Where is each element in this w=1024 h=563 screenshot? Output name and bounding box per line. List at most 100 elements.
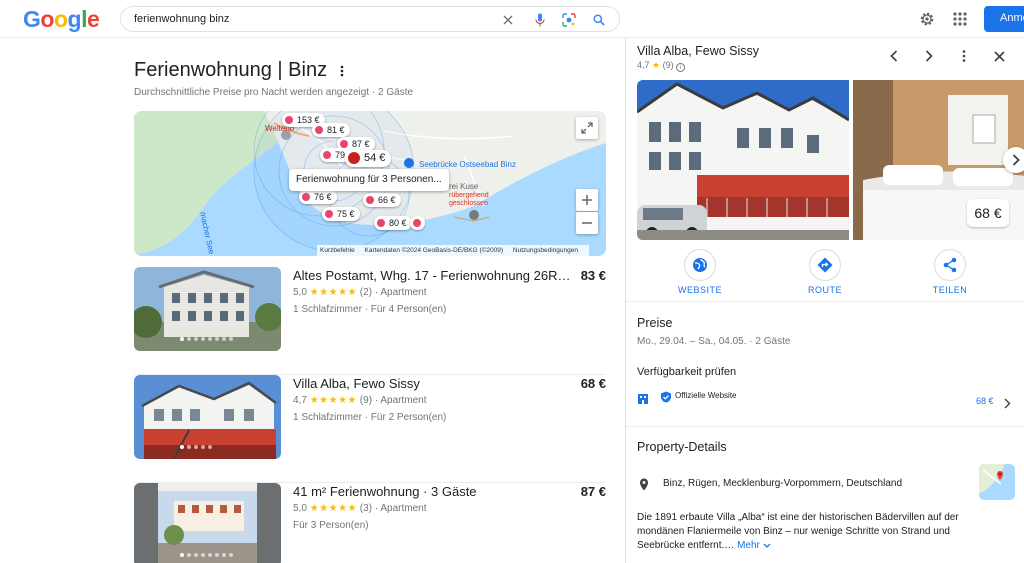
map-tooltip: Ferienwohnung für 3 Personen... (289, 169, 449, 191)
rating-value: 5,0 (293, 503, 307, 514)
clear-icon[interactable] (499, 11, 517, 29)
route-button[interactable]: ROUTE (785, 249, 865, 295)
google-logo[interactable]: Google (23, 6, 100, 33)
listing-price: 87 € (580, 484, 606, 499)
close-icon[interactable] (990, 47, 1008, 65)
review-count: (9) (359, 395, 373, 406)
stay-dates[interactable]: Mo., 29.04. – Sa., 04.05. · 2 Gäste (637, 336, 790, 347)
logo-letter: g (67, 6, 82, 32)
listing-title[interactable]: Villa Alba, Fewo Sissy (293, 376, 578, 391)
search-box (120, 6, 620, 32)
listing-details: Für 3 Person(en) (293, 520, 369, 531)
review-count: (2) (359, 287, 373, 298)
listing-card[interactable]: Villa Alba, Fewo Sissy 68 € 4,7 ★★★★★ (9… (134, 375, 606, 483)
divider (626, 301, 1024, 302)
star-rating-icon: ★★★★★ (309, 503, 358, 514)
website-label: WEBSITE (677, 285, 722, 295)
map-price-pin[interactable]: 76 € (299, 190, 337, 204)
share-label: TEILEN (932, 285, 968, 295)
apps-grid-icon[interactable] (950, 9, 970, 29)
zoom-in-button[interactable] (576, 189, 598, 211)
review-count: (3) (359, 503, 373, 514)
photo-dots (180, 553, 233, 557)
property-type: · Apartment (374, 503, 427, 514)
offer-price: 68 € (976, 396, 994, 406)
map-poi-label: rei Kuse (449, 182, 479, 191)
search-icon[interactable] (590, 11, 608, 29)
share-icon (934, 249, 966, 281)
search-input[interactable] (134, 11, 494, 27)
next-photo-button[interactable] (1003, 147, 1024, 173)
map-price-pin[interactable]: € (410, 216, 426, 230)
location-pin-icon (639, 478, 649, 491)
rating-value: 4,7 (637, 60, 650, 70)
next-icon[interactable] (920, 47, 938, 65)
map-price-pin[interactable]: 81 € (312, 123, 350, 137)
rating-value: 5,0 (293, 287, 307, 298)
map-shortcuts-link[interactable]: Kurzbefehle (320, 247, 355, 254)
map-price-pin[interactable]: 80 € (374, 216, 412, 230)
verified-badge-icon (660, 390, 672, 403)
description-text: Die 1891 erbaute Villa „Alba“ ist eine d… (637, 512, 959, 551)
prices-heading: Preise (637, 316, 673, 330)
info-icon[interactable]: i (676, 63, 686, 72)
property-description: Die 1891 erbaute Villa „Alba“ ist eine d… (637, 511, 987, 553)
map-place-label[interactable]: Seebrücke Ostseebad Binz (419, 160, 516, 169)
lens-icon[interactable] (560, 11, 578, 29)
listing-title[interactable]: 41 m² Ferienwohnung · 3 Gäste (293, 484, 578, 499)
property-type: · Apartment (374, 287, 427, 298)
map-price-pin-selected[interactable]: 54 € (345, 150, 392, 167)
listing-card[interactable]: Altes Postamt, Whg. 17 - Ferienwohnung 2… (134, 267, 606, 375)
listing-title[interactable]: Altes Postamt, Whg. 17 - Ferienwohnung 2… (293, 268, 578, 283)
property-address: Binz, Rügen, Mecklenburg-Vorpommern, Deu… (663, 478, 903, 489)
zoom-out-button[interactable] (576, 212, 598, 234)
listing-photo[interactable] (134, 375, 281, 459)
listing-rating: 5,0 ★★★★★ (2) · Apartment (293, 287, 427, 298)
review-count[interactable]: (9) (663, 60, 674, 70)
logo-letter: e (86, 6, 100, 32)
logo-letter: o (53, 6, 68, 32)
listing-price: 68 € (580, 376, 606, 391)
star-rating-icon: ★★★★★ (309, 395, 358, 406)
results-map[interactable]: Weltenb Seebrücke Ostseebad Binz rei Kus… (134, 111, 606, 256)
previous-icon[interactable] (885, 47, 903, 65)
sign-in-button[interactable]: Anme (984, 6, 1024, 32)
page-title: Ferienwohnung | Binz (134, 59, 328, 81)
official-site-label: Offizielle Website (675, 391, 737, 400)
top-bar: Google Anme (0, 0, 1024, 38)
listing-photo[interactable] (134, 267, 281, 351)
settings-icon[interactable] (917, 9, 937, 29)
more-options-icon[interactable] (955, 47, 973, 65)
property-details-heading: Property-Details (637, 440, 727, 454)
directions-icon (809, 249, 841, 281)
photo-dots (180, 445, 212, 449)
location-map-thumbnail[interactable] (979, 464, 1015, 500)
logo-letter: G (23, 6, 41, 32)
listing-photo[interactable] (134, 483, 281, 563)
listing-rating: 5,0 ★★★★★ (3) · Apartment (293, 503, 427, 514)
rating-value: 4,7 (293, 395, 307, 406)
map-terms-link[interactable]: Nutzungsbedingungen (513, 247, 578, 254)
photo-price-badge: 68 € (967, 199, 1009, 227)
property-panel: Villa Alba, Fewo Sissy 4,7 ★ (9) i 68 € … (625, 38, 1024, 563)
property-title: Villa Alba, Fewo Sissy (637, 44, 760, 58)
microphone-icon[interactable] (531, 11, 549, 29)
listing-details: 1 Schlafzimmer · Für 2 Person(en) (293, 412, 447, 423)
listing-card[interactable]: 41 m² Ferienwohnung · 3 Gäste 87 € 5,0 ★… (134, 483, 606, 563)
star-icon: ★ (652, 60, 661, 70)
more-link[interactable]: Mehr (737, 540, 771, 551)
map-price-pin[interactable]: 66 € (363, 193, 401, 207)
map-data-credit: Kartendaten ©2024 GeoBasis-DE/BKG (©2009… (364, 247, 504, 254)
official-offer-row[interactable]: Offizielle Website 68 € (626, 386, 1024, 409)
fullscreen-icon[interactable] (576, 117, 598, 139)
property-photo-main[interactable] (637, 80, 849, 240)
listing-rating: 4,7 ★★★★★ (9) · Apartment (293, 395, 427, 406)
website-button[interactable]: WEBSITE (660, 249, 740, 295)
route-label: ROUTE (808, 285, 842, 295)
property-rating: 4,7 ★ (9) i (637, 60, 686, 72)
map-price-pin[interactable]: 75 € (322, 207, 360, 221)
price-hint: Durchschnittliche Preise pro Nacht werde… (134, 87, 414, 98)
more-options-icon[interactable] (338, 64, 346, 78)
share-button[interactable]: TEILEN (910, 249, 990, 295)
chevron-right-icon (1004, 396, 1012, 409)
